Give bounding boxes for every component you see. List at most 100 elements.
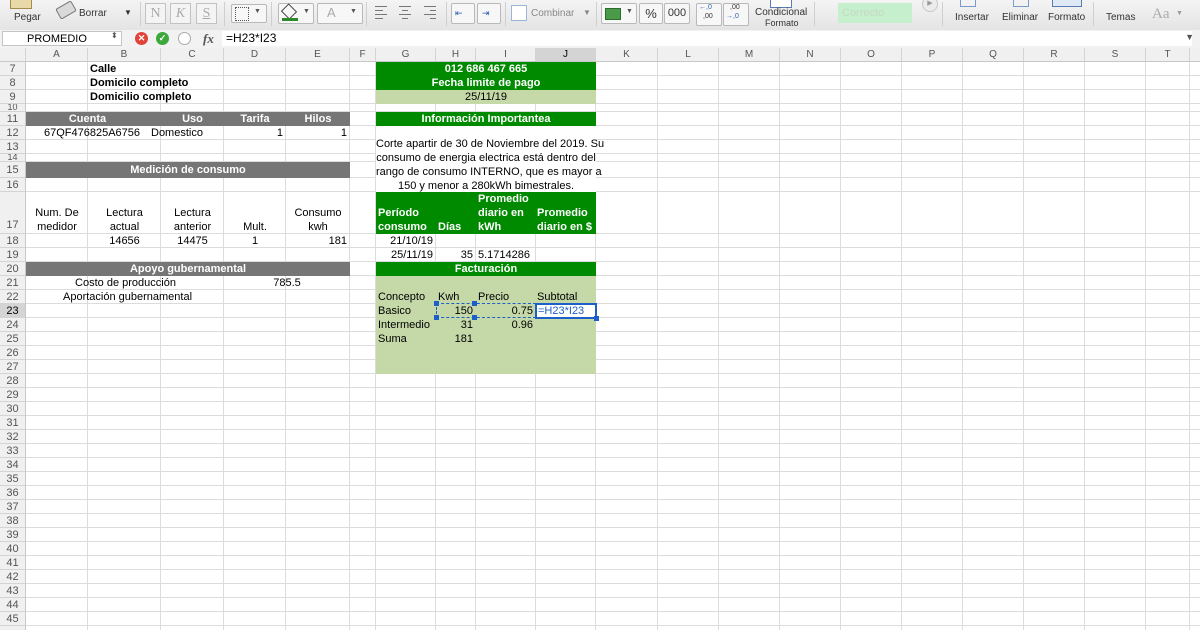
merge-icon[interactable]: [511, 5, 527, 21]
row-header[interactable]: 20: [0, 262, 25, 276]
clear-button[interactable]: Borrar: [79, 8, 107, 19]
cell-g11[interactable]: Información Importantea: [376, 112, 596, 126]
column-header-j[interactable]: J: [536, 48, 596, 61]
cell-d12[interactable]: 1: [224, 126, 286, 140]
cell-e12[interactable]: 1: [286, 126, 350, 140]
delete-cells-icon[interactable]: [1013, 0, 1029, 7]
borders-button[interactable]: ▼: [231, 4, 267, 23]
cell-i17-line1[interactable]: diario en: [478, 206, 524, 220]
row-header[interactable]: 37: [0, 500, 25, 514]
merge-button[interactable]: Combinar: [531, 8, 574, 19]
cell-g9[interactable]: 25/11/19: [376, 90, 596, 104]
row-header[interactable]: 31: [0, 416, 25, 430]
cell-g24[interactable]: Intermedio: [378, 318, 430, 332]
currency-format-button[interactable]: ▼: [601, 3, 637, 24]
cell-e17-line2[interactable]: kwh: [286, 220, 350, 234]
cell-g17-line1[interactable]: Período: [378, 206, 419, 220]
cell-c17-line1[interactable]: Lectura: [161, 206, 224, 220]
row-header[interactable]: 8: [0, 76, 25, 90]
cell-i24[interactable]: 0.96: [476, 318, 536, 332]
worksheet-grid[interactable]: 012 686 467 665 Fecha limite de pago 25/…: [26, 62, 1200, 630]
cell-b7[interactable]: Calle: [90, 62, 116, 76]
cell-a12[interactable]: 67QF476825A6756: [44, 126, 140, 140]
row-header[interactable]: 38: [0, 514, 25, 528]
cell-b9[interactable]: Domicilio completo: [90, 90, 191, 104]
cell-a17-line2[interactable]: medidor: [26, 220, 88, 234]
row-header[interactable]: 16: [0, 178, 25, 192]
cell-h17[interactable]: Días: [438, 220, 461, 234]
row-header[interactable]: 9: [0, 90, 25, 104]
row-header[interactable]: 17: [0, 192, 25, 234]
row-header[interactable]: 26: [0, 346, 25, 360]
column-header-h[interactable]: H: [436, 48, 476, 61]
column-header-e[interactable]: E: [286, 48, 350, 61]
cell-e17-line1[interactable]: Consumo: [286, 206, 350, 220]
column-header-s[interactable]: S: [1085, 48, 1146, 61]
align-left-icon[interactable]: [371, 3, 391, 23]
row-header[interactable]: 19: [0, 248, 25, 262]
increase-indent-icon[interactable]: ⇥: [477, 3, 501, 24]
cell-a15[interactable]: Medición de consumo: [26, 163, 350, 177]
align-center-icon[interactable]: [395, 3, 415, 23]
themes-font-dropdown-icon[interactable]: ▼: [1176, 10, 1183, 17]
column-header-m[interactable]: M: [719, 48, 780, 61]
row-header[interactable]: 14: [0, 154, 25, 162]
row-header[interactable]: 32: [0, 430, 25, 444]
cell-g17-line2[interactable]: consumo: [378, 220, 427, 234]
row-header[interactable]: 12: [0, 126, 25, 140]
column-header-n[interactable]: N: [780, 48, 841, 61]
cell-c17-line2[interactable]: anterior: [161, 220, 224, 234]
row-header[interactable]: 30: [0, 402, 25, 416]
cell-b22[interactable]: Aportación gubernamental: [63, 290, 192, 304]
cell-i22[interactable]: Precio: [478, 290, 509, 304]
accept-formula-button[interactable]: ✓: [156, 32, 169, 45]
thousands-button[interactable]: 000: [664, 3, 690, 24]
font-color-button[interactable]: A ▼: [317, 3, 363, 24]
cell-j22[interactable]: Subtotal: [537, 290, 577, 304]
insert-button[interactable]: Insertar: [955, 12, 989, 23]
cell-j23-formula[interactable]: =H23*I23: [538, 304, 584, 318]
delete-button[interactable]: Eliminar: [1002, 12, 1038, 23]
cell-h24[interactable]: 31: [436, 318, 476, 332]
reference-handle[interactable]: [472, 315, 477, 320]
column-header-q[interactable]: Q: [963, 48, 1024, 61]
themes-button[interactable]: Temas: [1106, 12, 1135, 23]
cell-e11[interactable]: Hilos: [286, 112, 350, 126]
merge-dropdown-icon[interactable]: ▼: [583, 8, 591, 17]
cell-h25[interactable]: 181: [436, 332, 476, 346]
cell-g19[interactable]: 25/11/19: [376, 248, 436, 262]
row-header[interactable]: 25: [0, 332, 25, 346]
cancel-formula-button[interactable]: ✕: [135, 32, 148, 45]
cell-d17[interactable]: Mult.: [224, 220, 286, 234]
cell-j17-line2[interactable]: diario en $: [537, 220, 592, 234]
column-header-f[interactable]: F: [350, 48, 376, 61]
row-header[interactable]: 13: [0, 140, 25, 154]
eraser-icon[interactable]: [55, 0, 77, 20]
column-header-r[interactable]: R: [1024, 48, 1085, 61]
cell-i17-line2[interactable]: kWh: [478, 220, 501, 234]
cell-g8[interactable]: Fecha limite de pago: [376, 76, 596, 90]
cell-a20[interactable]: Apoyo gubernamental: [26, 262, 350, 276]
cell-d21[interactable]: 785.5: [256, 276, 318, 290]
paste-button[interactable]: Pegar: [14, 12, 41, 23]
cell-b18[interactable]: 14656: [88, 234, 161, 248]
cell-c12[interactable]: Domestico: [151, 126, 203, 140]
column-header-c[interactable]: C: [161, 48, 224, 61]
row-header[interactable]: 34: [0, 458, 25, 472]
cell-g7[interactable]: 012 686 467 665: [376, 62, 596, 76]
row-header[interactable]: 22: [0, 290, 25, 304]
name-box[interactable]: PROMEDIO: [2, 31, 122, 46]
row-header[interactable]: 43: [0, 584, 25, 598]
format-cells-icon[interactable]: [1052, 0, 1082, 7]
align-right-icon[interactable]: [420, 3, 440, 23]
reference-handle[interactable]: [472, 301, 477, 306]
cell-b21[interactable]: Costo de producción: [68, 276, 183, 290]
reference-handle[interactable]: [434, 301, 439, 306]
cell-g18[interactable]: 21/10/19: [376, 234, 436, 248]
format-button[interactable]: Formato: [1048, 12, 1085, 23]
row-header[interactable]: 45: [0, 612, 25, 626]
cell-h22[interactable]: Kwh: [438, 290, 459, 304]
name-box-stepper-icon[interactable]: ⬍: [111, 31, 118, 40]
percent-button[interactable]: %: [639, 3, 663, 24]
cell-d18[interactable]: 1: [224, 234, 286, 248]
